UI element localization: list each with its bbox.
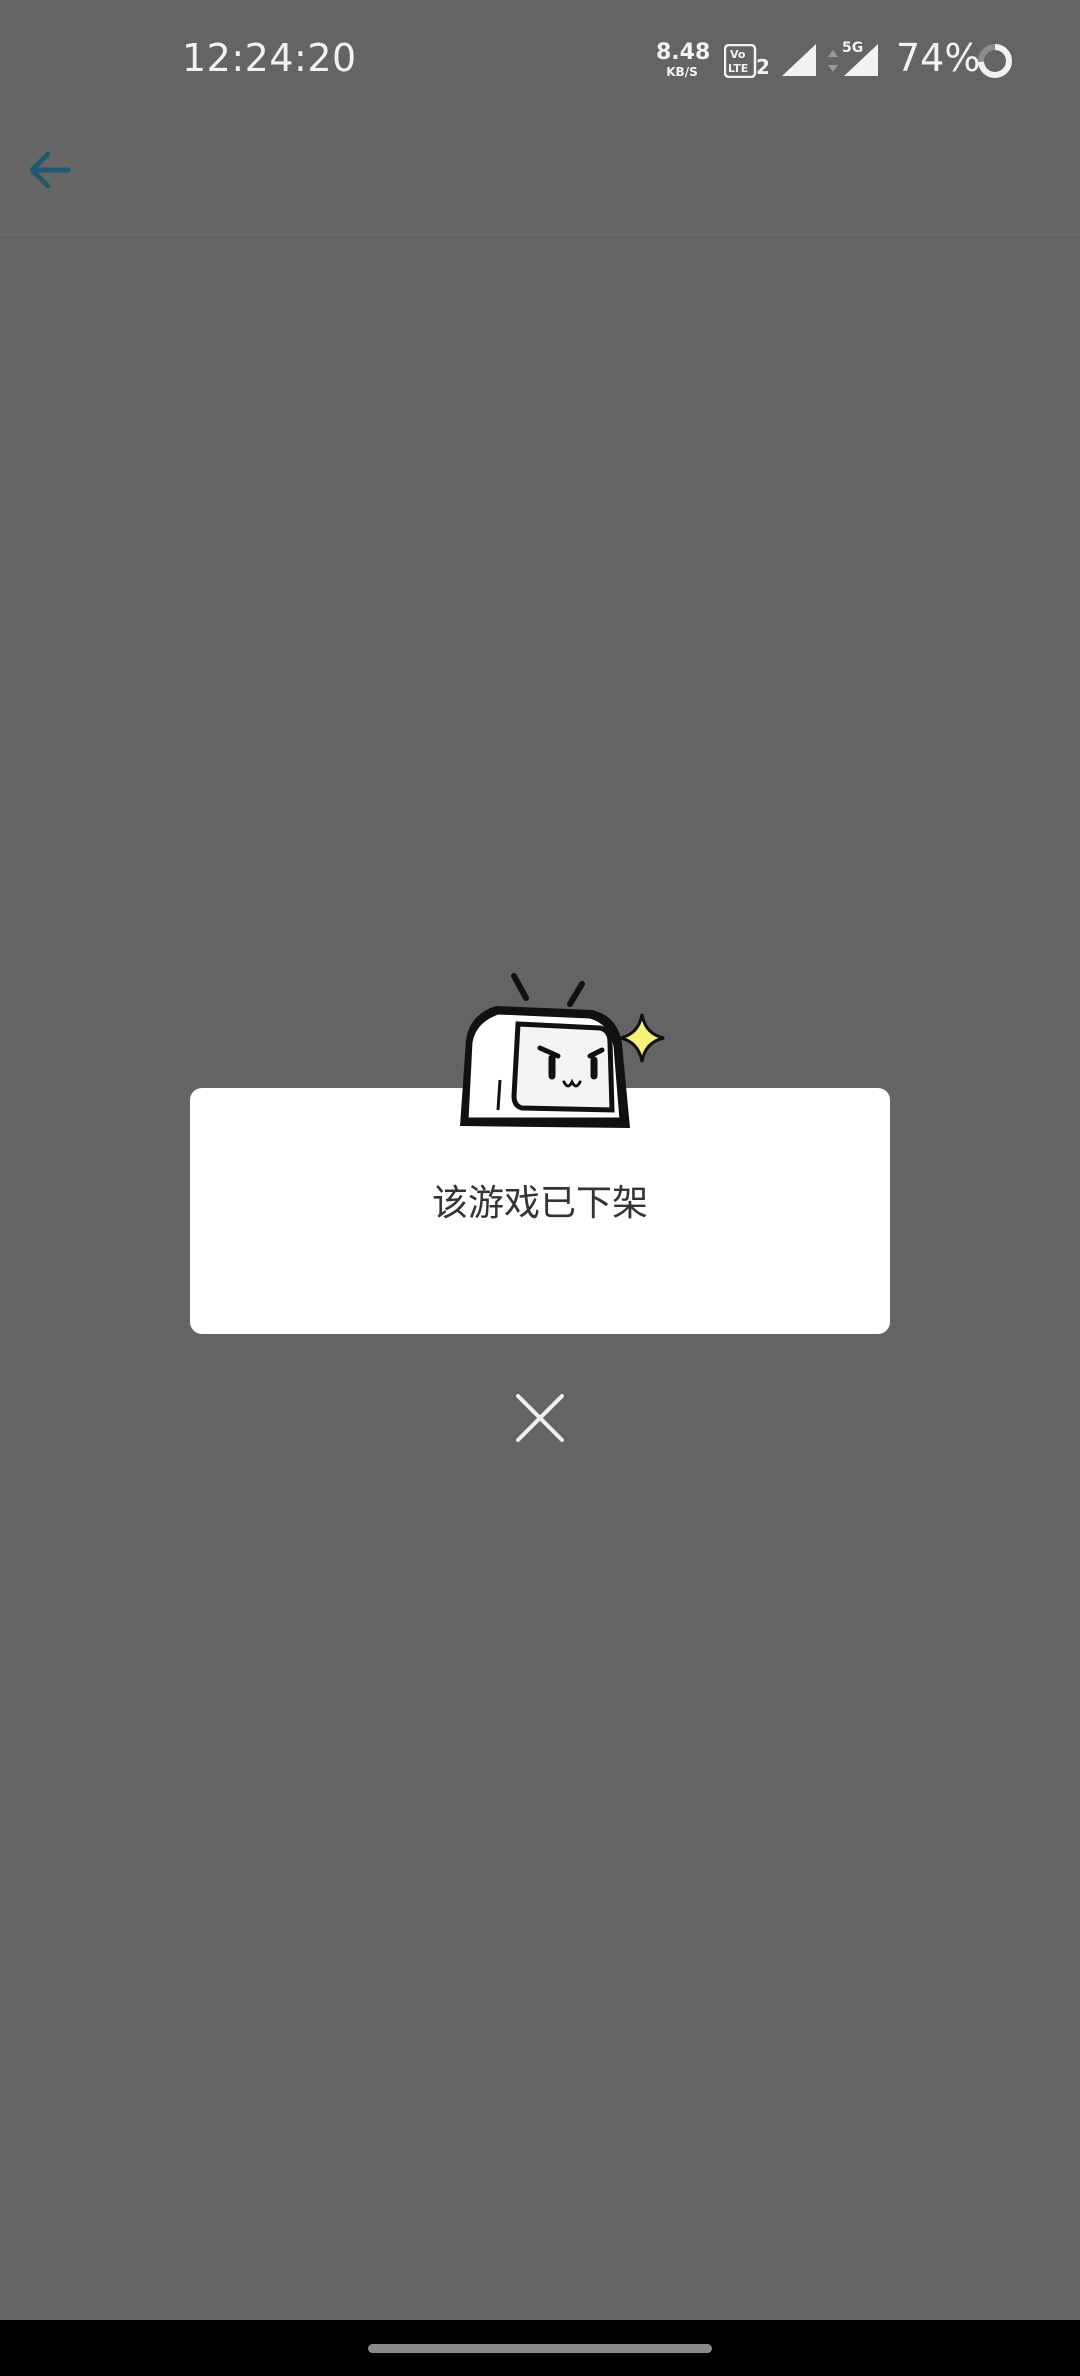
signal-icon xyxy=(782,44,816,76)
battery-percent: 74% xyxy=(896,36,981,80)
net-speed-unit: KB/S xyxy=(666,65,698,79)
back-arrow-icon[interactable] xyxy=(22,142,78,198)
battery-ring-icon xyxy=(978,44,1012,78)
status-bar: 12:24:20 8.48 KB/S Vo LTE 2 5G 74% xyxy=(0,0,1080,120)
volte-lte2-icon: Vo LTE 2 xyxy=(724,44,768,78)
net-speed: 8.48 KB/S xyxy=(656,40,711,79)
toolbar xyxy=(0,120,1080,235)
screen: 12:24:20 8.48 KB/S Vo LTE 2 5G 74% 该游戏已下… xyxy=(0,0,1080,2376)
system-nav-bar xyxy=(0,2320,1080,2376)
net-speed-value: 8.48 xyxy=(656,40,711,65)
close-x-icon[interactable] xyxy=(510,1388,570,1448)
dialog-message: 该游戏已下架 xyxy=(431,1183,648,1224)
data-arrows-icon xyxy=(828,50,838,72)
svg-text:2: 2 xyxy=(756,55,768,78)
status-clock: 12:24:20 xyxy=(182,36,357,80)
tv-mascot-illustration xyxy=(460,973,665,1128)
network-type: 5G xyxy=(842,40,864,56)
svg-text:Vo: Vo xyxy=(730,48,746,61)
svg-text:LTE: LTE xyxy=(728,62,748,75)
home-indicator[interactable] xyxy=(368,2344,712,2353)
